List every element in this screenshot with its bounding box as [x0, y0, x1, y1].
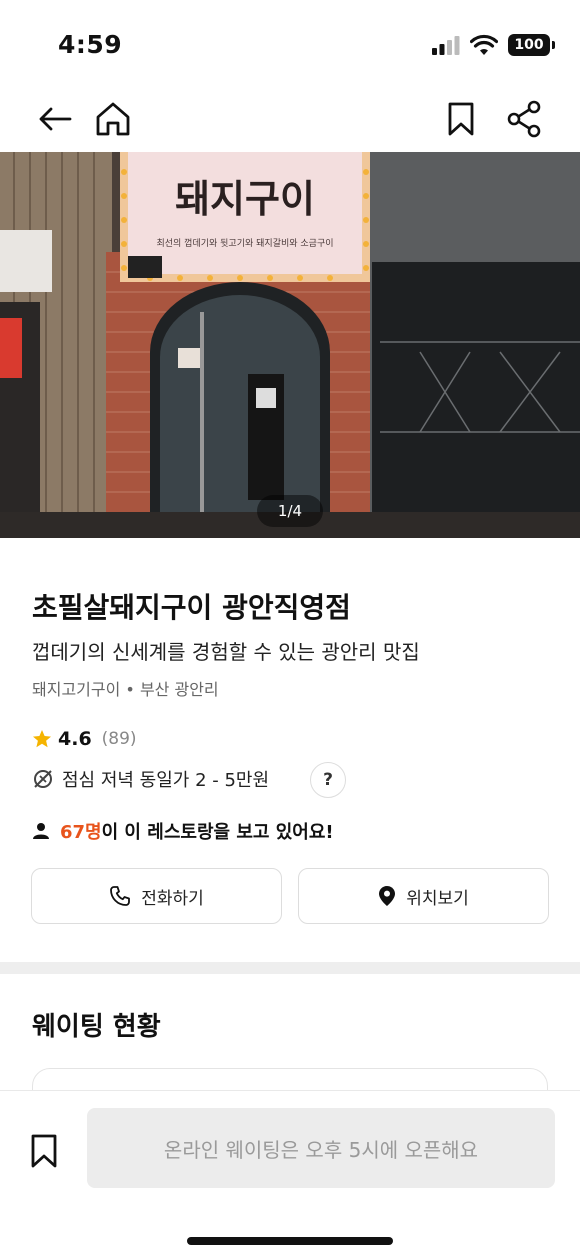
section-divider — [0, 962, 580, 974]
waiting-section-title: 웨이팅 현황 — [32, 1012, 161, 1042]
call-button[interactable]: 전화하기 — [31, 868, 282, 924]
bookmark-button[interactable] — [436, 94, 486, 144]
star-icon — [33, 730, 51, 748]
bookmark-icon — [31, 1134, 57, 1168]
viewers-row: 67명이 이 레스토랑을 보고 있어요! — [32, 818, 334, 844]
restaurant-tagline: 껍데기의 신세계를 경험할 수 있는 광안리 맛집 — [32, 640, 420, 664]
back-button[interactable] — [30, 94, 80, 144]
bottom-action-bar: 온라인 웨이팅은 오후 5시에 오픈해요 — [0, 1090, 580, 1256]
sign-sub-text: 최선의 껍데기와 뒷고기와 돼지갈비와 소금구이 — [156, 237, 333, 249]
restaurant-photo-carousel[interactable]: 돼지구이 최선의 껍데기와 뒷고기와 돼지갈비와 소금구이 1/4 — [0, 152, 580, 538]
status-icons: 100 — [432, 34, 555, 56]
bookmark-icon — [448, 102, 474, 136]
restaurant-location: 부산 광안리 — [139, 680, 219, 699]
rating-value: 4.6 — [58, 728, 92, 750]
view-location-label: 위치보기 — [406, 888, 469, 909]
rating-row: 4.6 (89) — [32, 728, 137, 750]
price-tag-icon — [34, 770, 52, 788]
phone-icon — [110, 886, 131, 906]
photo-page-indicator: 1/4 — [257, 495, 323, 527]
price-help-button[interactable]: ? — [310, 762, 346, 798]
viewers-suffix: 이 이 레스토랑을 보고 있어요! — [101, 822, 334, 843]
bottom-bookmark-button[interactable] — [20, 1127, 68, 1175]
share-button[interactable] — [499, 94, 549, 144]
restaurant-storefront-photo: 돼지구이 최선의 껍데기와 뒷고기와 돼지갈비와 소금구이 — [0, 152, 580, 538]
viewers-text: 67명이 이 레스토랑을 보고 있어요! — [60, 818, 334, 844]
review-count: (89) — [101, 729, 137, 749]
restaurant-meta: 돼지고기구이 • 부산 광안리 — [32, 676, 219, 700]
meta-separator: • — [125, 680, 140, 699]
home-icon — [96, 102, 130, 136]
call-button-label: 전화하기 — [141, 888, 204, 909]
price-info: 점심 저녁 동일가 2 - 5만원 — [62, 770, 270, 791]
home-indicator — [187, 1237, 393, 1245]
home-button[interactable] — [88, 94, 138, 144]
price-row: 점심 저녁 동일가 2 - 5만원 — [32, 766, 269, 792]
view-location-button[interactable]: 위치보기 — [298, 868, 549, 924]
status-bar: 4:59 100 — [0, 0, 580, 90]
restaurant-category: 돼지고기구이 — [32, 680, 121, 699]
battery-icon: 100 — [508, 34, 555, 56]
online-waiting-button[interactable]: 온라인 웨이팅은 오후 5시에 오픈해요 — [87, 1108, 555, 1188]
viewers-count: 67명 — [60, 822, 102, 843]
back-arrow-icon — [39, 107, 72, 131]
wifi-icon — [470, 34, 498, 55]
sign-main-text: 돼지구이 — [175, 177, 315, 221]
restaurant-name: 초필살돼지구이 광안직영점 — [32, 591, 351, 624]
person-icon — [33, 823, 49, 839]
share-icon — [507, 100, 541, 138]
location-pin-icon — [379, 886, 396, 906]
nav-bar — [0, 90, 580, 152]
cellular-signal-icon — [432, 36, 460, 55]
status-time: 4:59 — [58, 30, 123, 59]
